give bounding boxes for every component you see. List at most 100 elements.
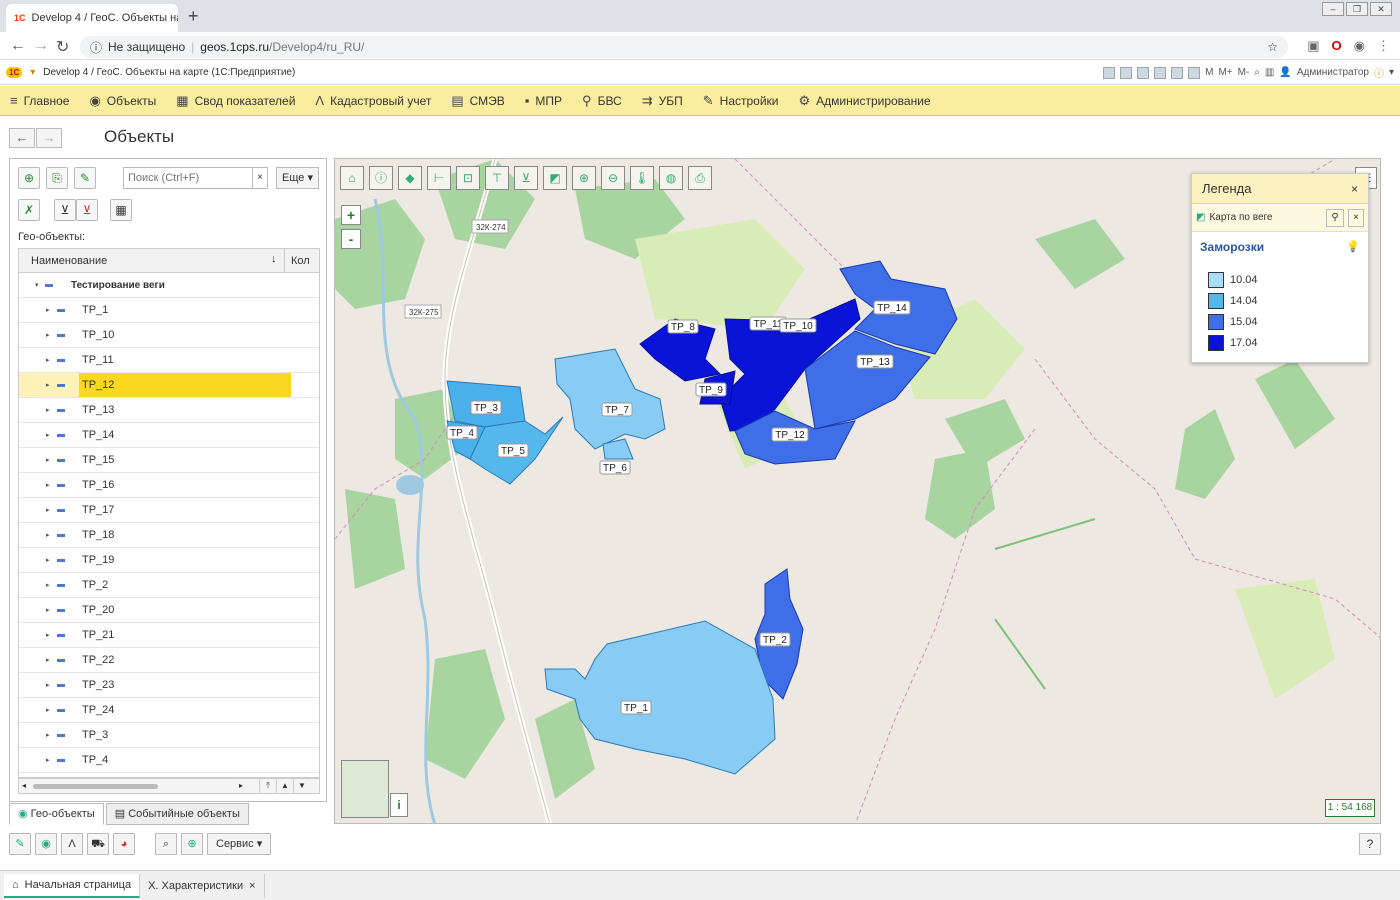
- print-map-icon[interactable]: ⎙: [688, 166, 712, 190]
- menu-item[interactable]: ⚲ БВС: [582, 93, 622, 109]
- menu-item[interactable]: ▪ МПР: [525, 93, 562, 108]
- field-label[interactable]: ТР_6: [603, 463, 627, 474]
- expand-icon[interactable]: ▸: [46, 431, 50, 439]
- expand-icon[interactable]: ▸: [46, 606, 50, 614]
- pie-chart-icon[interactable]: ◕: [113, 833, 135, 855]
- calculator-icon[interactable]: [1188, 66, 1201, 79]
- expand-icon[interactable]: ▸: [46, 506, 50, 514]
- copy-icon[interactable]: ⎘: [46, 167, 68, 189]
- pan-icon[interactable]: ◆: [398, 166, 422, 190]
- tree-row[interactable]: ▸ ТР_12: [19, 373, 319, 398]
- history-icon[interactable]: [1154, 66, 1167, 79]
- tree-row[interactable]: ▸ ТР_4: [19, 748, 319, 773]
- scroll-right-icon[interactable]: ▸: [239, 779, 243, 793]
- crosshair-icon[interactable]: ⊕: [181, 833, 203, 855]
- back-nav-icon[interactable]: ←: [10, 37, 26, 55]
- window-tab[interactable]: ⌂ Начальная страница: [4, 873, 141, 898]
- field-label[interactable]: ТР_5: [501, 446, 525, 457]
- filter-icon[interactable]: ⊻: [54, 199, 76, 221]
- panels-icon[interactable]: ▥: [1265, 67, 1274, 78]
- tree-row[interactable]: ▸ ТР_13: [19, 398, 319, 423]
- menu-item[interactable]: ≡ Главное: [10, 93, 69, 108]
- tree-row[interactable]: ▸ ТР_19: [19, 548, 319, 573]
- expand-icon[interactable]: ▸: [46, 406, 50, 414]
- map-view[interactable]: 32К-274 32К-275 ТР_8 ТР_11 ТР_10 ТР_14 ТР_13…: [334, 158, 1381, 824]
- memory-plus-button[interactable]: M+: [1218, 67, 1232, 78]
- menu-item[interactable]: ⚙ Администрирование: [799, 93, 931, 109]
- menu-item[interactable]: Λ Кадастровый учет: [315, 93, 431, 108]
- app-menu-icon[interactable]: ▾: [30, 67, 35, 78]
- add-icon[interactable]: ⊕: [18, 167, 40, 189]
- field-label[interactable]: ТР_2: [763, 635, 787, 646]
- expand-icon[interactable]: ▸: [46, 581, 50, 589]
- tree-row[interactable]: ▸ ТР_21: [19, 623, 319, 648]
- column-name-header[interactable]: Наименование: [19, 255, 284, 267]
- collapse-icon[interactable]: ▾: [35, 281, 39, 289]
- menu-item[interactable]: ✎ Настройки: [703, 93, 779, 109]
- tab-geo-objects[interactable]: ◉ Гео-объекты: [9, 803, 104, 825]
- scroll-down-icon[interactable]: ▼: [293, 779, 310, 793]
- minimize-icon[interactable]: ‒: [1322, 2, 1344, 16]
- expand-icon[interactable]: ▸: [46, 706, 50, 714]
- measure-area-icon[interactable]: ⊡: [456, 166, 480, 190]
- expand-icon[interactable]: ▸: [46, 456, 50, 464]
- thermometer-icon[interactable]: 🌡: [630, 166, 654, 190]
- scroll-thumb[interactable]: [33, 784, 158, 789]
- layer-edit-icon[interactable]: ✎: [9, 833, 31, 855]
- field-label[interactable]: ТР_7: [605, 405, 629, 416]
- window-tab[interactable]: Х. Характеристики ×: [140, 873, 265, 898]
- browser-menu-icon[interactable]: ⋮: [1377, 38, 1390, 54]
- close-window-icon[interactable]: ✕: [1370, 2, 1392, 16]
- field-label[interactable]: ТР_8: [671, 322, 695, 333]
- expand-icon[interactable]: ▸: [46, 331, 50, 339]
- extension-icon[interactable]: ▣: [1307, 38, 1319, 54]
- window-tab-close-icon[interactable]: ×: [249, 874, 255, 898]
- tree-row[interactable]: ▸ ТР_20: [19, 598, 319, 623]
- legend-close-icon[interactable]: ×: [1351, 182, 1358, 196]
- forward-nav-icon[interactable]: →: [33, 37, 49, 55]
- more-button[interactable]: Еще ▾: [276, 167, 319, 189]
- lightbulb-icon[interactable]: 💡: [1346, 240, 1360, 253]
- scroll-left-icon[interactable]: ◂: [22, 779, 26, 793]
- expand-icon[interactable]: ▸: [46, 306, 50, 314]
- scroll-top-icon[interactable]: ⤒: [259, 779, 276, 793]
- sort-arrow-icon[interactable]: ↓: [271, 253, 277, 265]
- tree-row[interactable]: ▸ ТР_17: [19, 498, 319, 523]
- filter-map-icon[interactable]: ⊻: [514, 166, 538, 190]
- search-clear-button[interactable]: ×: [253, 167, 268, 189]
- tree-row[interactable]: ▸ ТР_10: [19, 323, 319, 348]
- select-icon[interactable]: ⊤: [485, 166, 509, 190]
- tree-row[interactable]: ▸ ТР_22: [19, 648, 319, 673]
- bookmark-star-icon[interactable]: ☆: [1267, 40, 1278, 54]
- tree-row[interactable]: ▸ ТР_16: [19, 473, 319, 498]
- field-label[interactable]: ТР_14: [877, 303, 907, 314]
- field-label[interactable]: ТР_13: [860, 357, 890, 368]
- delete-mark-icon[interactable]: ✗: [18, 199, 40, 221]
- tree-row[interactable]: ▸ ТР_1: [19, 298, 319, 323]
- back-button[interactable]: ←: [9, 128, 35, 148]
- download-icon[interactable]: [1120, 66, 1133, 79]
- tree-row[interactable]: ▸ ТР_18: [19, 523, 319, 548]
- measure-distance-icon[interactable]: ⊢: [427, 166, 451, 190]
- field-label[interactable]: ТР_4: [450, 428, 474, 439]
- print-icon[interactable]: [1137, 66, 1150, 79]
- map-info-button[interactable]: i: [390, 793, 408, 817]
- transport-icon[interactable]: ⛟: [87, 833, 109, 855]
- menu-item[interactable]: ⇉ УБП: [642, 93, 683, 109]
- calendar-icon[interactable]: [1171, 66, 1184, 79]
- tree-row[interactable]: ▸ ТР_23: [19, 673, 319, 698]
- zoom-icon[interactable]: ⌕: [1254, 67, 1260, 78]
- menu-item[interactable]: ▦ Свод показателей: [176, 93, 295, 109]
- location-pin-icon[interactable]: ◉: [35, 833, 57, 855]
- clear-filter-icon[interactable]: ⊻: [76, 199, 98, 221]
- user-name[interactable]: Администратор: [1297, 67, 1369, 78]
- memory-minus-button[interactable]: M-: [1238, 67, 1250, 78]
- tree-row[interactable]: ▸ ТР_14: [19, 423, 319, 448]
- tree-row[interactable]: ▸ ТР_15: [19, 448, 319, 473]
- horizontal-scrollbar[interactable]: ◂ ▸ ⤒ ▲ ▼: [18, 778, 320, 794]
- browser-tab[interactable]: 1С Develop 4 / ГеоС. Объекты на карт ×: [6, 4, 178, 32]
- field-label[interactable]: ТР_9: [699, 385, 723, 396]
- restore-icon[interactable]: ❐: [1346, 2, 1368, 16]
- expand-icon[interactable]: ▸: [46, 531, 50, 539]
- field-polygons[interactable]: [446, 260, 958, 775]
